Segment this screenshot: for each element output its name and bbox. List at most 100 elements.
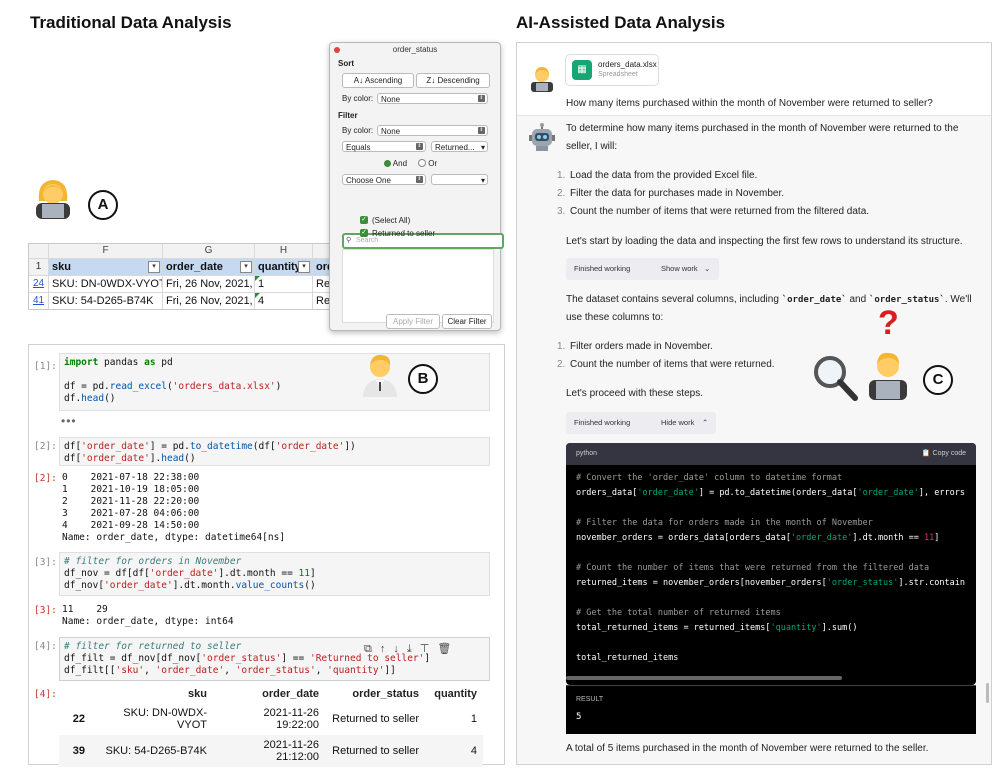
row-number[interactable]: 41 — [29, 293, 49, 309]
plan-step: Filter orders made in November. — [570, 341, 713, 352]
user-question: How many items purchased within the mont… — [566, 98, 933, 109]
output-line: 11 29 — [62, 604, 108, 615]
filter-dropdown-icon[interactable]: ▾ — [240, 261, 252, 273]
sort-asc-icon: A↓ — [353, 76, 364, 85]
descending-label: Descending — [437, 76, 480, 85]
show-work-label: Show work — [661, 264, 698, 273]
code-cell[interactable]: df['order_date'] = pd.to_datetime(df['or… — [59, 437, 490, 466]
dataframe-output: sku order_date order_status quantity 22 … — [59, 685, 483, 767]
step-number: 1. — [557, 170, 566, 181]
output-line: Name: order_date, dtype: int64 — [62, 616, 234, 627]
col-header[interactable]: F — [49, 244, 163, 258]
label-b: B — [408, 364, 438, 394]
output-line: 1 2021-10-19 18:05:00 — [62, 484, 200, 495]
table-cell[interactable]: SKU: DN-0WDX-VYOT — [49, 276, 163, 292]
checkbox-checked-icon[interactable]: ✓ — [360, 229, 368, 237]
close-dot-icon[interactable] — [334, 47, 340, 53]
attached-file-card[interactable]: ▦ orders_data.xlsx Spreadsheet — [565, 54, 659, 86]
table-cell: 1 — [470, 713, 477, 725]
popup-title: order_status — [392, 45, 438, 54]
field-cell[interactable]: quantity ▾ — [255, 259, 313, 275]
chevron-down-icon: ⌄ — [704, 264, 711, 273]
condition2-select[interactable]: Choose One ⇕ — [342, 174, 426, 185]
table-cell[interactable]: SKU: 54-D265-B74K — [49, 293, 163, 309]
horizontal-scrollbar[interactable] — [566, 676, 842, 680]
delete-icon[interactable]: 🗑 — [437, 643, 459, 655]
table-cell: Returned to seller — [332, 713, 419, 725]
finished-working-toggle[interactable]: Finished working Hide work ⌃ — [566, 412, 716, 434]
assistant-intro-line1: To determine how many items purchased in… — [566, 123, 959, 134]
condition2-value-combo[interactable]: ▾ — [431, 174, 488, 185]
table-cell: 2021-11-26 21:12:00 — [213, 735, 325, 767]
inline-code: `order_date` — [781, 295, 847, 305]
code-block: python 📋 Copy code # Convert the 'order_… — [566, 443, 976, 685]
checkbox-checked-icon[interactable]: ✓ — [360, 216, 368, 224]
move-up-icon[interactable]: ↑ — [380, 643, 394, 655]
code-cell[interactable]: # filter for orders in November df_nov =… — [59, 552, 490, 596]
sort-color-select[interactable]: None ⇕ — [377, 93, 488, 104]
search-icon: ⚲ — [346, 237, 352, 244]
output-line: 0 2021-07-18 22:38:00 — [62, 472, 200, 483]
or-label: Or — [428, 159, 438, 168]
and-radio[interactable]: And — [384, 159, 407, 168]
finished-working-label: Finished working — [574, 264, 631, 273]
clear-filter-button[interactable]: Clear Filter — [442, 314, 492, 329]
select-value: None — [381, 95, 401, 104]
row-number[interactable]: 24 — [29, 276, 49, 292]
result-block: RESULT 5 — [566, 685, 976, 734]
by-color-label: By color: — [342, 94, 374, 103]
collapsed-output[interactable]: ••• — [61, 414, 77, 428]
table-cell[interactable]: 4 — [255, 293, 313, 309]
chevron-up-icon: ⌃ — [702, 418, 709, 427]
insert-above-icon[interactable]: ⊤ — [420, 643, 438, 655]
field-label: quantity — [258, 261, 301, 273]
table-row: 22 SKU: DN-0WDX-VYOT 2021-11-26 19:22:00… — [59, 703, 483, 735]
condition-value-combo[interactable]: Returned... ▾ — [431, 141, 488, 152]
copy-code-button[interactable]: 📋 Copy code — [922, 443, 966, 465]
search-placeholder: Search — [356, 237, 379, 244]
filter-dropdown-icon[interactable]: ▾ — [148, 261, 160, 273]
step-number: 3. — [557, 206, 566, 217]
table-cell[interactable]: Fri, 26 Nov, 2021, — [163, 276, 255, 292]
filter-color-select[interactable]: None ⇕ — [377, 125, 488, 136]
move-down-icon[interactable]: ↓ — [393, 643, 407, 655]
step-number: 2. — [557, 359, 566, 370]
plan-step: Load the data from the provided Excel fi… — [570, 170, 758, 181]
radio-selected-icon — [384, 160, 391, 167]
copy-icon[interactable]: ⧉ — [364, 643, 380, 655]
row-index: 39 — [59, 735, 91, 767]
sort-ascending-button[interactable]: A↓ Ascending — [342, 73, 414, 88]
col-header[interactable]: H — [255, 244, 313, 258]
select-all-label[interactable]: (Select All) — [372, 216, 410, 225]
filter-dropdown-icon[interactable]: ▾ — [298, 261, 310, 273]
or-radio[interactable]: Or — [418, 159, 437, 168]
finished-working-toggle[interactable]: Finished working Show work ⌄ — [566, 258, 719, 280]
text-span: The dataset contains several columns, in… — [566, 294, 782, 305]
question-mark-icon: ? — [878, 304, 899, 342]
row-number[interactable]: 1 — [29, 259, 49, 275]
condition-select[interactable]: Equals ⇕ — [342, 141, 426, 152]
field-cell[interactable]: order_date ▾ — [163, 259, 255, 275]
error-indicator-icon — [255, 293, 260, 298]
sort-heading: Sort — [338, 59, 354, 68]
final-answer: A total of 5 items purchased in the mont… — [566, 743, 929, 754]
returned-to-seller-label[interactable]: Returned to seller — [372, 229, 435, 238]
sort-descending-button[interactable]: Z↓ Descending — [416, 73, 490, 88]
table-cell[interactable]: Fri, 26 Nov, 2021, — [163, 293, 255, 309]
column-header: order_date — [262, 688, 319, 700]
cell-prompt: [1]: — [34, 361, 57, 372]
output-prompt: [3]: — [34, 605, 57, 616]
select-value: Choose One — [346, 176, 391, 185]
corner-cell[interactable] — [29, 244, 49, 258]
code-language: python — [576, 450, 598, 457]
chat-scrollbar[interactable] — [986, 683, 989, 703]
col-header[interactable]: G — [163, 244, 255, 258]
table-cell[interactable]: 1 — [255, 276, 313, 292]
apply-filter-button[interactable]: Apply Filter — [386, 314, 440, 329]
column-header: quantity — [434, 688, 477, 700]
spreadsheet-icon: ▦ — [572, 60, 592, 80]
finished-working-label: Finished working — [574, 418, 631, 427]
insert-below-icon[interactable]: ⤓ — [407, 643, 420, 655]
hide-work-label: Hide work — [661, 418, 695, 427]
field-cell[interactable]: sku ▾ — [49, 259, 163, 275]
